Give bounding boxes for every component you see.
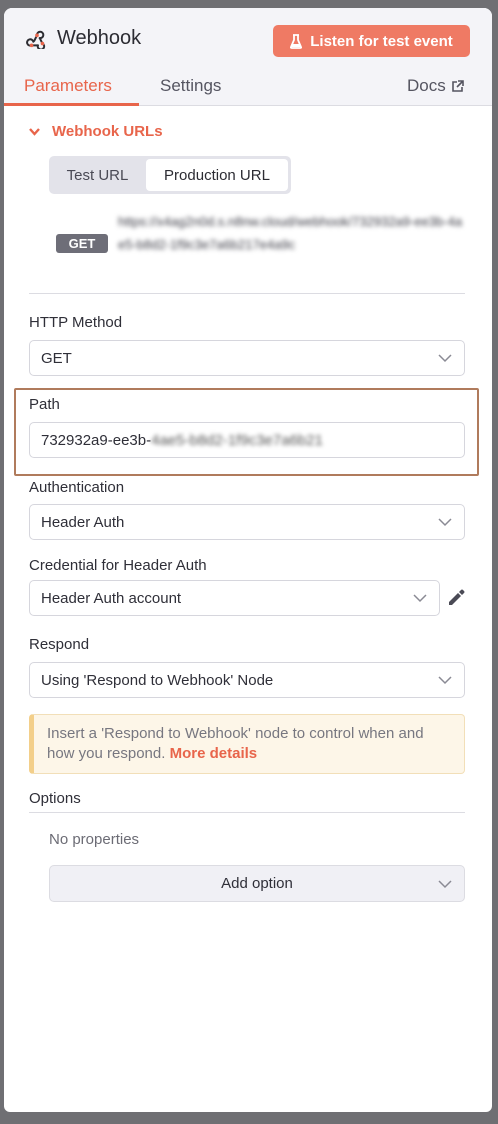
docs-link[interactable]: Docs <box>407 76 464 96</box>
authentication-value: Header Auth <box>41 513 125 531</box>
credential-label: Credential for Header Auth <box>29 557 207 574</box>
docs-label: Docs <box>407 76 446 95</box>
add-option-label: Add option <box>221 875 293 892</box>
tab-parameters[interactable]: Parameters <box>24 76 112 96</box>
path-value-suffix: 4ae5-b8d2-1f9c3e7a6b21 <box>151 431 323 449</box>
url-type-toggle: Test URL Production URL <box>49 156 291 194</box>
chevron-down-icon <box>438 518 452 527</box>
respond-value: Using 'Respond to Webhook' Node <box>41 671 274 689</box>
external-link-icon <box>451 79 464 92</box>
path-label: Path <box>29 396 60 413</box>
credential-value: Header Auth account <box>41 589 182 607</box>
method-badge: GET <box>56 234 108 253</box>
http-method-select[interactable]: GET <box>29 340 465 376</box>
node-title: Webhook <box>57 27 142 49</box>
active-tab-indicator <box>4 103 139 106</box>
authentication-label: Authentication <box>29 479 125 496</box>
respond-label: Respond <box>29 636 90 653</box>
webhook-url[interactable]: https://x4ag2n0d.s.n8nw.cloud/webhook/73… <box>118 210 463 256</box>
options-label: Options <box>29 790 81 807</box>
add-option-button[interactable]: Add option <box>49 865 465 902</box>
listen-button-label: Listen for test event <box>310 32 453 50</box>
http-method-label: HTTP Method <box>29 314 123 331</box>
test-url-tab[interactable]: Test URL <box>51 159 144 191</box>
production-url-tab[interactable]: Production URL <box>146 159 288 191</box>
respond-select[interactable]: Using 'Respond to Webhook' Node <box>29 662 465 698</box>
chevron-down-icon <box>438 676 452 685</box>
http-method-value: GET <box>41 349 72 367</box>
chevron-down-icon <box>29 127 40 136</box>
chevron-down-icon <box>413 594 427 603</box>
path-value-prefix: 732932a9-ee3b- <box>41 431 152 449</box>
panel-header: Webhook Listen for test event Parameters… <box>4 8 492 106</box>
authentication-select[interactable]: Header Auth <box>29 504 465 540</box>
chevron-down-icon <box>438 880 452 889</box>
tab-settings[interactable]: Settings <box>160 76 221 96</box>
section-divider <box>29 293 465 294</box>
webhook-logo-icon <box>26 30 46 49</box>
webhook-urls-label: Webhook URLs <box>52 123 163 140</box>
flask-icon <box>290 33 303 49</box>
node-panel: Webhook Listen for test event Parameters… <box>4 8 492 1112</box>
no-properties-text: No properties <box>49 831 140 848</box>
path-input[interactable]: 732932a9-ee3b- 4ae5-b8d2-1f9c3e7a6b21 <box>29 422 465 458</box>
listen-for-test-event-button[interactable]: Listen for test event <box>273 25 470 57</box>
webhook-urls-toggle[interactable]: Webhook URLs <box>29 123 163 140</box>
respond-notice: Insert a 'Respond to Webhook' node to co… <box>29 714 465 774</box>
credential-select[interactable]: Header Auth account <box>29 580 440 616</box>
pencil-icon[interactable] <box>446 588 466 608</box>
more-details-link[interactable]: More details <box>170 745 258 762</box>
options-divider <box>29 812 465 813</box>
chevron-down-icon <box>438 354 452 363</box>
